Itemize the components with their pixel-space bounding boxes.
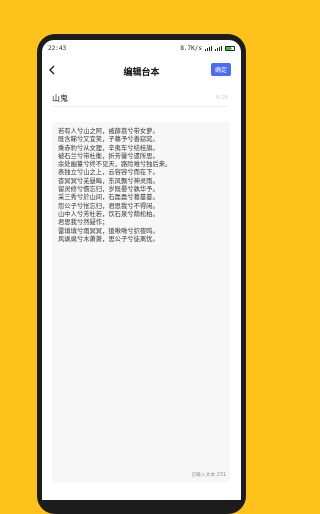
app-screen: 22:43 8.7K/s 编辑台本 确定 山鬼 0/20 若有人兮山之阿，被薜荔…: [42, 40, 241, 500]
char-count: 已输入文本:231: [191, 473, 226, 478]
status-time: 22:43: [48, 44, 67, 52]
battery-icon: [225, 45, 235, 51]
text-line: 被石兰兮带杜衡，折芳馨兮遗所思。: [58, 152, 159, 160]
text-line: 表独立兮山之上，云容容兮而在下。: [58, 169, 159, 177]
text-line: 怨公子兮怅忘归，君思我兮不得闲。: [58, 202, 159, 210]
title-input[interactable]: 山鬼 0/20: [52, 90, 228, 107]
status-bar: 22:43 8.7K/s: [42, 40, 241, 56]
text-line: 采三秀兮於山间，石磊磊兮葛蔓蔓。: [58, 194, 159, 202]
text-line: 雷填填兮雨冥冥，猨啾啾兮狖夜鸣。: [58, 227, 159, 235]
network-speed: 8.7K/s: [180, 44, 202, 52]
text-line: 君思我兮然疑作；: [58, 219, 109, 227]
signal-icon: [205, 45, 212, 51]
text-line: 乘赤豹兮从文狸，辛夷车兮结桂旗。: [58, 144, 159, 152]
script-textarea[interactable]: 若有人兮山之阿，被薜荔兮带女萝。 既含睇兮又宜笑，子慕予兮善窈窕。 乘赤豹兮从文…: [52, 122, 230, 482]
page-title: 编辑台本: [123, 67, 160, 78]
title-counter: 0/20: [215, 95, 228, 101]
app-header: 编辑台本 确定: [42, 58, 241, 84]
back-arrow-icon[interactable]: [48, 65, 58, 75]
text-line: 风飒飒兮木萧萧，思公子兮徒离忧。: [58, 235, 159, 243]
title-value: 山鬼: [52, 93, 68, 103]
text-line: 杳冥冥兮羌昼晦，东风飘兮神灵雨。: [58, 177, 159, 185]
confirm-button[interactable]: 确定: [210, 63, 231, 76]
text-line: 既含睇兮又宜笑，子慕予兮善窈窕。: [58, 136, 159, 144]
status-indicators: 8.7K/s: [180, 45, 235, 52]
signal-icon-2: [215, 45, 222, 51]
